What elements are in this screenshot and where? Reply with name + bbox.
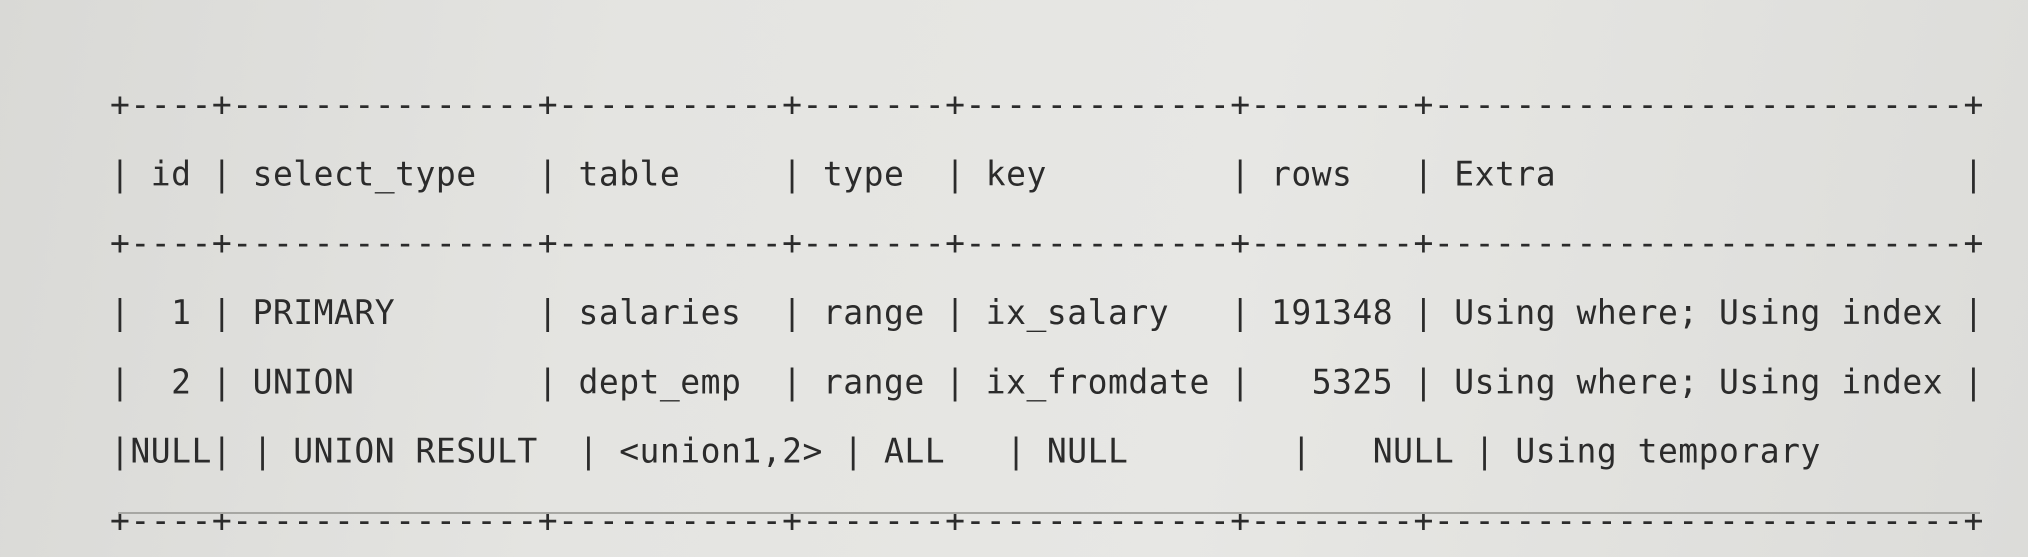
table-row: |NULL| | UNION RESULT | <union1,2> | ALL… <box>110 431 2028 471</box>
table-border-top: +----+---------------+-----------+------… <box>110 84 1984 125</box>
explain-output-table: +----+---------------+-----------+------… <box>110 70 2028 556</box>
table-border-middle: +----+---------------+-----------+------… <box>110 223 1984 263</box>
page-divider-line <box>118 512 1980 514</box>
table-header-row: | id | select_type | table | type | key … <box>110 153 1984 194</box>
table-border-bottom: +----+---------------+-----------+------… <box>110 500 1984 541</box>
table-row: | 2 | UNION | dept_emp | range | ix_from… <box>110 361 1984 402</box>
table-row: | 1 | PRIMARY | salaries | range | ix_sa… <box>110 292 1984 333</box>
